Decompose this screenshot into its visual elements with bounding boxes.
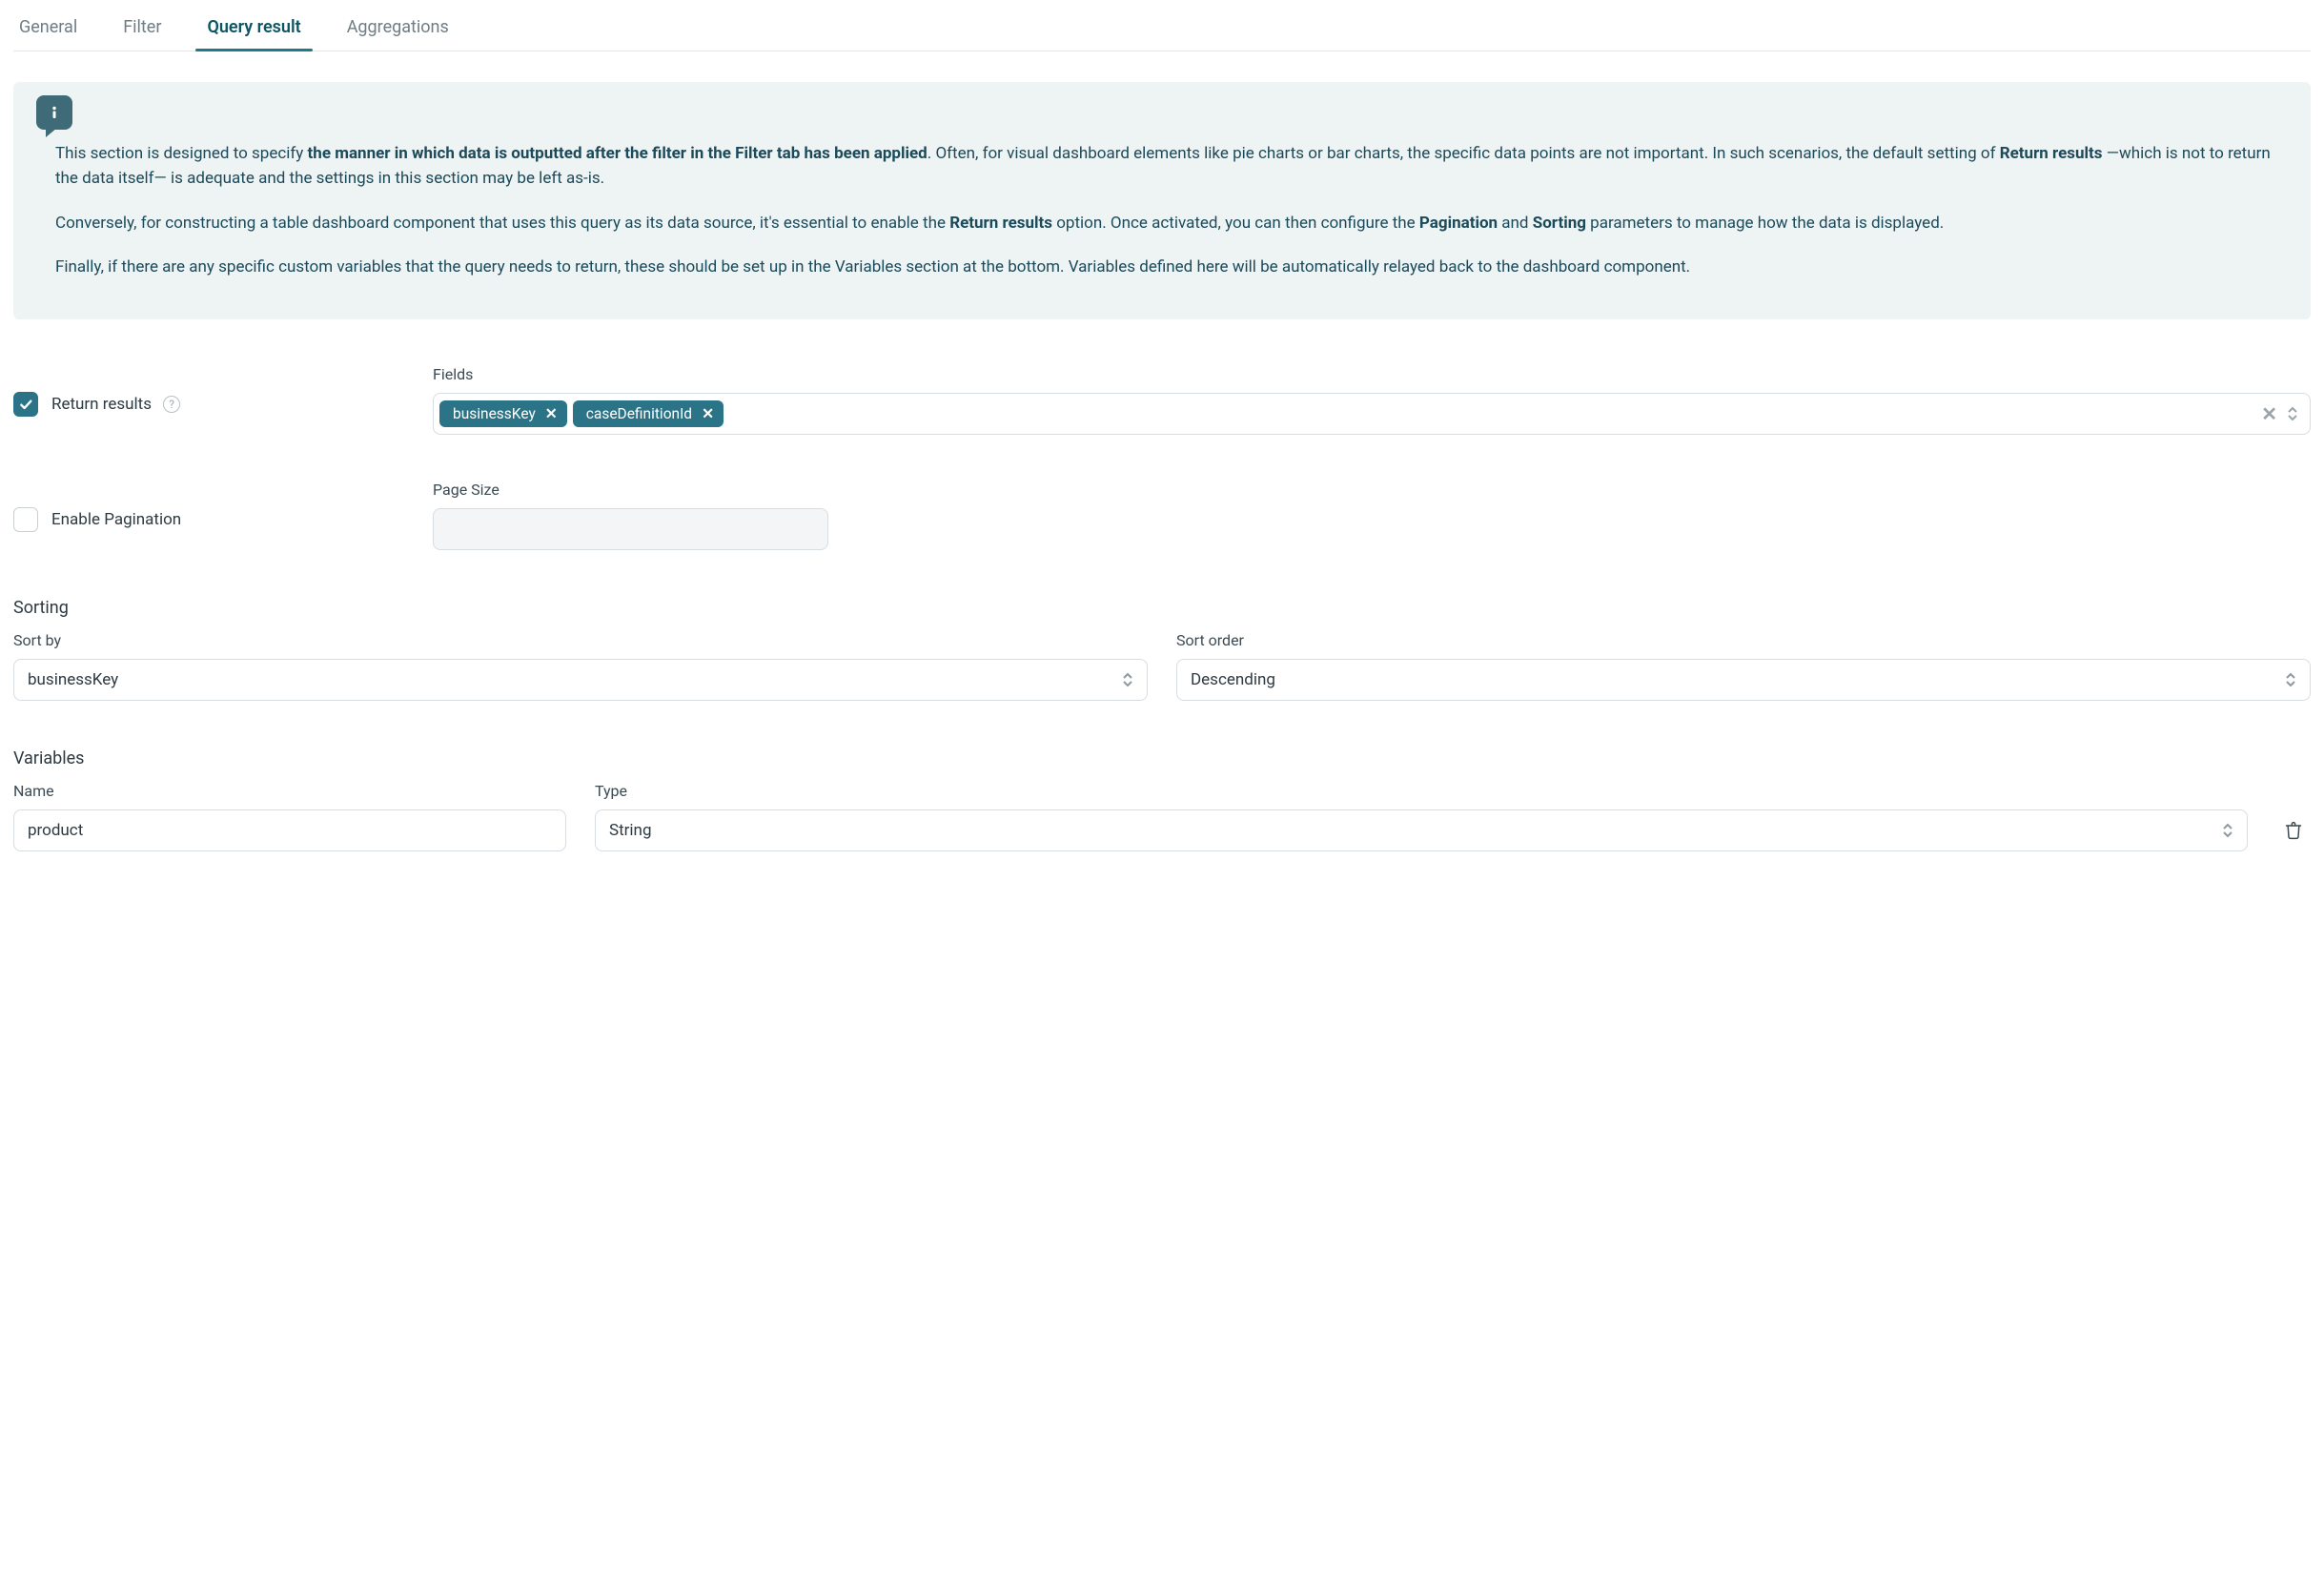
page-size-input xyxy=(433,508,828,550)
tab-filter[interactable]: Filter xyxy=(121,11,163,51)
info-callout: This section is designed to specify the … xyxy=(13,82,2311,319)
info-icon xyxy=(36,95,72,130)
tabs-bar: General Filter Query result Aggregations xyxy=(13,11,2311,51)
help-icon[interactable]: ? xyxy=(163,396,180,413)
variables-title: Variables xyxy=(13,748,2311,768)
callout-p2: Conversely, for constructing a table das… xyxy=(55,211,2282,236)
callout-p1: This section is designed to specify the … xyxy=(55,141,2282,192)
variable-name-input[interactable]: product xyxy=(13,809,566,851)
fields-label: Fields xyxy=(433,365,2311,383)
variable-type-label: Type xyxy=(595,782,2248,800)
remove-tag-icon[interactable]: ✕ xyxy=(545,405,558,422)
delete-variable-button[interactable] xyxy=(2276,809,2311,851)
fields-tag-input[interactable]: businessKey ✕ caseDefinitionId ✕ ✕ xyxy=(433,393,2311,435)
enable-pagination-label: Enable Pagination xyxy=(51,510,181,529)
tab-general[interactable]: General xyxy=(17,11,79,51)
chevron-updown-icon xyxy=(2222,822,2233,839)
chevron-updown-icon xyxy=(1122,671,1133,688)
callout-p3: Finally, if there are any specific custo… xyxy=(55,255,2282,279)
sorting-title: Sorting xyxy=(13,598,2311,618)
field-tag-casedefinitionid: caseDefinitionId ✕ xyxy=(573,400,724,427)
return-results-checkbox[interactable] xyxy=(13,392,38,417)
clear-all-tags-icon[interactable]: ✕ xyxy=(2261,402,2277,425)
tab-aggregations[interactable]: Aggregations xyxy=(345,11,451,51)
page-size-label: Page Size xyxy=(433,481,2311,499)
chevron-updown-icon xyxy=(2285,671,2296,688)
variable-name-label: Name xyxy=(13,782,566,800)
chevron-updown-icon[interactable] xyxy=(2287,405,2298,422)
tab-query-result[interactable]: Query result xyxy=(205,11,302,51)
return-results-label: Return results xyxy=(51,395,152,414)
sort-order-select[interactable]: Descending xyxy=(1176,659,2311,701)
variable-type-select[interactable]: String xyxy=(595,809,2248,851)
field-tag-businesskey: businessKey ✕ xyxy=(439,400,567,427)
sort-by-label: Sort by xyxy=(13,631,1148,649)
sort-by-select[interactable]: businessKey xyxy=(13,659,1148,701)
sort-order-label: Sort order xyxy=(1176,631,2311,649)
enable-pagination-checkbox[interactable] xyxy=(13,507,38,532)
remove-tag-icon[interactable]: ✕ xyxy=(702,405,714,422)
